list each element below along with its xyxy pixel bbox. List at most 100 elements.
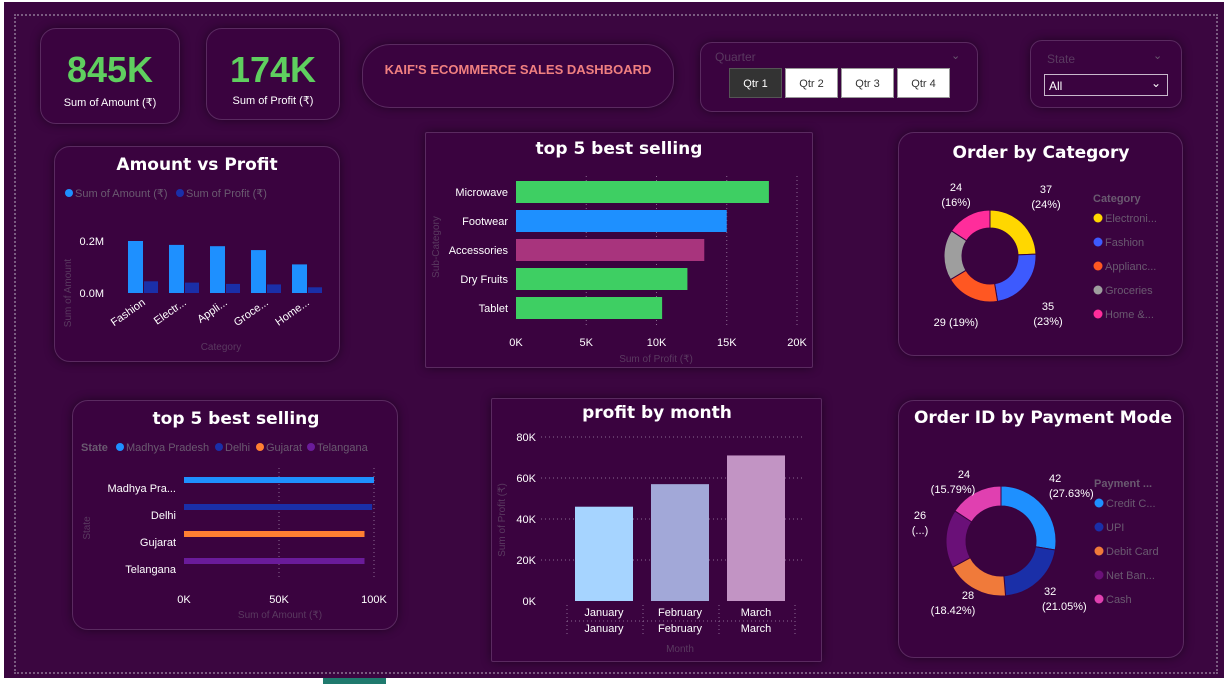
x-tick-label: Fashion <box>109 297 148 329</box>
legend-marker <box>307 443 315 451</box>
title-card: KAIF'S ECOMMERCE SALES DASHBOARD <box>362 44 674 108</box>
data-label: (23%) <box>1033 316 1062 328</box>
legend-label: Applianc... <box>1105 261 1156 273</box>
legend-marker <box>1093 213 1103 223</box>
quarter-option-qtr4[interactable]: Qtr 4 <box>897 68 950 98</box>
legend-marker <box>1093 309 1103 319</box>
y-axis-label: State <box>82 516 93 540</box>
data-label: 42 <box>1049 473 1061 485</box>
bar <box>516 210 727 232</box>
kpi-amount-label: Sum of Amount (₹) <box>63 97 157 109</box>
chevron-down-icon[interactable]: ⌄ <box>1153 49 1162 62</box>
kpi-card-amount[interactable]: 845K Sum of Amount (₹) <box>40 28 180 124</box>
data-label: 35 <box>1042 301 1054 313</box>
legend-label: Home &... <box>1105 309 1154 321</box>
y-tick-label: 60K <box>516 473 536 485</box>
bar <box>575 506 633 601</box>
donut-slice <box>989 209 1037 256</box>
data-label: 32 <box>1044 586 1056 598</box>
legend-label-profit: Sum of Profit (₹) <box>186 188 267 200</box>
bar <box>516 297 663 319</box>
legend-label: Credit C... <box>1106 498 1156 510</box>
x-axis-label: Category <box>201 342 242 353</box>
payment-mode-chart: Order ID by Payment Mode 42 (27.63%) 32 (21… <box>912 408 1172 617</box>
y-tick-label: Madhya Pra... <box>108 483 176 495</box>
legend-label: Fashion <box>1105 237 1144 249</box>
bar <box>184 558 365 564</box>
bar <box>651 484 709 601</box>
state-dropdown-value: All <box>1049 79 1063 93</box>
chevron-down-icon: ⌄ <box>1150 76 1161 90</box>
bar-profit <box>144 281 158 293</box>
kpi-profit-label: Sum of Profit (₹) <box>232 95 314 107</box>
legend-label: Gujarat <box>266 442 302 454</box>
y-axis-label: Sum of Profit (₹) <box>497 483 508 557</box>
legend-marker <box>1094 546 1104 556</box>
x-tick-label: 5K <box>580 337 594 349</box>
dashboard-title: KAIF'S ECOMMERCE SALES DASHBOARD <box>384 62 652 77</box>
donut-slice <box>1000 485 1057 551</box>
y-tick-label: Microwave <box>455 187 508 199</box>
bar-amount <box>292 264 307 293</box>
y-tick-label: Tablet <box>479 303 508 315</box>
donut-slice <box>994 253 1037 302</box>
data-label: 24 <box>958 469 970 481</box>
y-tick-label: Dry Fruits <box>460 274 508 286</box>
data-label: (...) <box>912 525 929 537</box>
bar <box>184 531 365 537</box>
legend-marker <box>1093 261 1103 271</box>
y-axis-label: Sum of Amount <box>63 259 74 328</box>
chart-title: profit by month <box>582 403 732 423</box>
chart-title: Order ID by Payment Mode <box>914 408 1172 428</box>
data-label: (21.05%) <box>1042 601 1087 613</box>
y-tick-label: 0K <box>523 596 537 608</box>
x-tick-label: Electr... <box>152 297 189 328</box>
order-by-category-chart: Order by Category 37 (24%) 35 (23%) 29 (19%)… <box>934 143 1157 329</box>
x-axis-label: Sum of Profit (₹) <box>619 354 693 365</box>
quarter-option-qtr3[interactable]: Qtr 3 <box>841 68 894 98</box>
bar <box>727 455 785 601</box>
bar <box>184 477 374 483</box>
quarter-option-qtr2[interactable]: Qtr 2 <box>785 68 838 98</box>
x-tick-label: Appli... <box>195 297 229 326</box>
legend-marker <box>215 443 223 451</box>
state-dropdown[interactable]: All ⌄ <box>1044 74 1168 96</box>
top5-subcategory-chart: top 5 best selling 0K 5K 10K 15K 20K Microwav… <box>431 139 807 365</box>
legend-label: UPI <box>1106 522 1124 534</box>
legend-marker <box>1093 285 1103 295</box>
legend-marker <box>1094 498 1104 508</box>
legend-label: Cash <box>1106 594 1132 606</box>
bar-profit <box>226 283 240 293</box>
legend-label: Telangana <box>317 442 369 454</box>
legend-marker <box>1093 237 1103 247</box>
kpi-amount-value: 845K <box>66 49 154 90</box>
chart-title: top 5 best selling <box>153 409 320 429</box>
active-page-tab[interactable] <box>323 678 386 684</box>
x-tick-label: Groce... <box>232 297 271 329</box>
x-tick-label-secondary: March <box>741 623 772 635</box>
bar-profit <box>267 284 281 293</box>
data-label: (15.79%) <box>931 484 976 496</box>
kpi-card-profit[interactable]: 174K Sum of Profit (₹) <box>206 28 340 120</box>
y-tick-label: 80K <box>516 432 536 444</box>
quarter-option-qtr1[interactable]: Qtr 1 <box>729 68 782 98</box>
data-label: (16%) <box>941 197 970 209</box>
legend-marker <box>1094 522 1104 532</box>
x-tick-label: January <box>584 607 624 619</box>
y-tick-label: 20K <box>516 555 536 567</box>
x-tick-label: February <box>658 607 703 619</box>
profit-by-month-chart: profit by month 0K 20K 40K 60K 80K January Jan… <box>497 403 803 655</box>
chevron-down-icon[interactable]: ⌄ <box>951 49 960 62</box>
y-tick-label: Footwear <box>462 216 508 228</box>
bar-amount <box>210 246 225 293</box>
y-tick-label: Accessories <box>449 245 509 257</box>
quarter-slicer-label: Quarter <box>715 50 756 64</box>
state-slicer-label: State <box>1047 52 1076 66</box>
x-tick-label: 10K <box>647 337 667 349</box>
legend-marker-amount <box>65 189 73 197</box>
top5-state-chart: top 5 best selling State Madhya Pradesh D… <box>81 409 388 621</box>
y-tick-label: Delhi <box>151 510 176 522</box>
data-label: (18.42%) <box>931 605 976 617</box>
legend-marker <box>1094 594 1104 604</box>
legend-label: Delhi <box>225 442 250 454</box>
